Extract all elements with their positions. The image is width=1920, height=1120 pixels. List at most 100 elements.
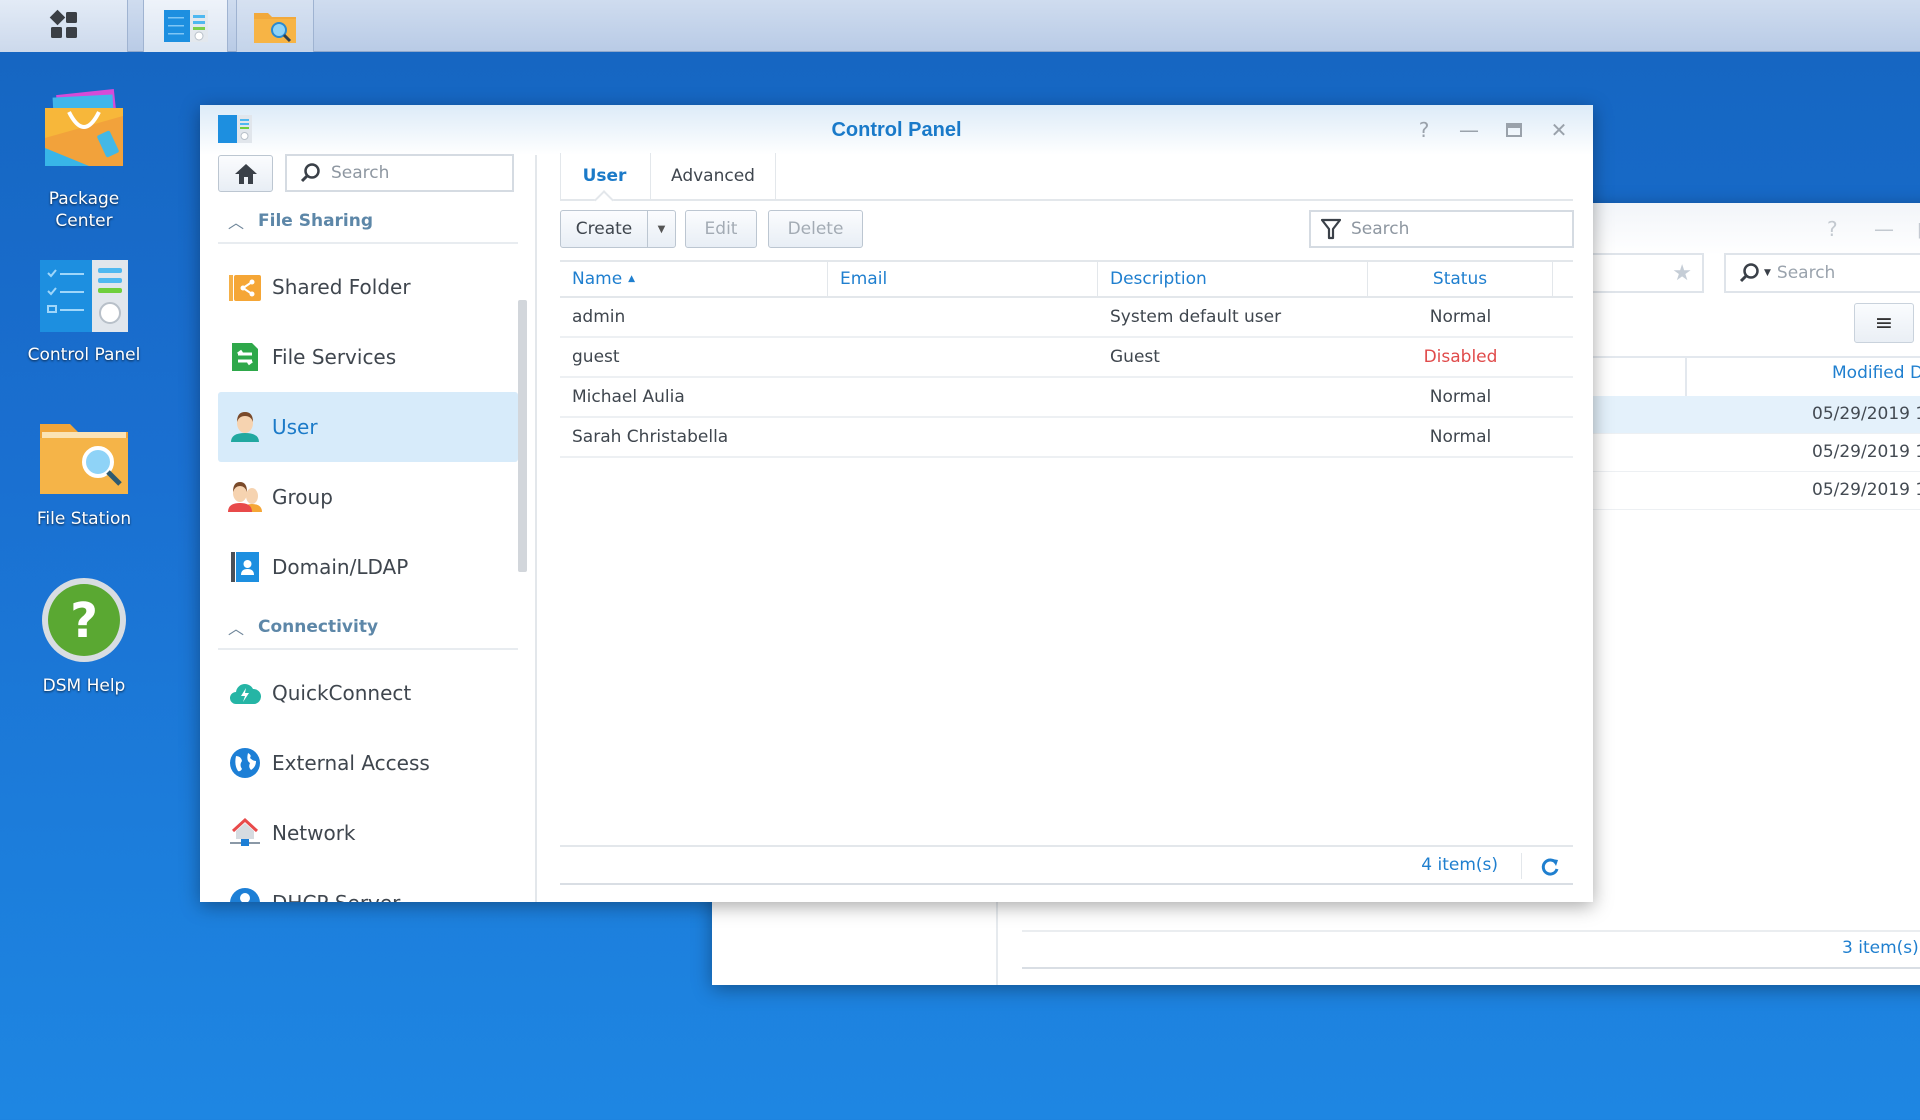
sidebar-search[interactable] <box>285 154 514 192</box>
create-button[interactable]: Create ▼ <box>560 210 676 248</box>
file-station-search[interactable]: ▼ Search <box>1724 253 1920 293</box>
refresh-button[interactable] <box>1537 854 1563 880</box>
chevron-up-icon: ︿ <box>228 619 245 638</box>
column-label: Name <box>572 269 623 289</box>
tab-label: User <box>582 166 627 186</box>
dhcp-server-icon <box>228 886 262 902</box>
desktop-label-line: DSM Help <box>42 676 126 696</box>
help-icon[interactable]: ? <box>1827 217 1838 241</box>
sidebar-item-quickconnect[interactable]: QuickConnect <box>218 658 518 728</box>
desktop-icon-file-station[interactable]: File Station <box>14 418 154 530</box>
tab-user[interactable]: User <box>560 153 648 210</box>
file-station-icon <box>40 424 128 494</box>
sidebar-item-network[interactable]: Network <box>218 798 518 868</box>
sidebar-item-dhcp-server[interactable]: DHCP Server <box>218 868 518 902</box>
maximize-icon[interactable] <box>1499 115 1529 145</box>
divider <box>560 883 1573 885</box>
cell-name: guest <box>572 347 620 367</box>
cell-description: Guest <box>1110 347 1160 367</box>
home-icon <box>234 163 257 184</box>
svg-text:?: ? <box>70 593 98 649</box>
desktop-icon-package-center[interactable]: Package Center <box>14 88 154 232</box>
column-label: Description <box>1110 269 1207 289</box>
control-panel-window[interactable]: Control Panel ? — ✕ ︿ File Sharing Share… <box>200 105 1593 902</box>
edit-button[interactable]: Edit <box>685 210 757 248</box>
sidebar-section-connectivity[interactable]: ︿ Connectivity <box>218 606 518 650</box>
maximize-glyph <box>1506 123 1522 137</box>
cell-status: Normal <box>1429 427 1492 447</box>
sidebar-item-label: User <box>272 415 318 439</box>
file-row[interactable]: 05/29/2019 10:44 <box>1592 472 1920 510</box>
control-panel-titlebar[interactable]: Control Panel ? — ✕ <box>200 105 1593 155</box>
sidebar-item-user[interactable]: User <box>218 392 518 462</box>
user-table: Name ▲ Email Description Status admin Sy… <box>560 260 1573 458</box>
filter-icon <box>1321 218 1341 240</box>
divider <box>560 845 1573 847</box>
main-menu-button[interactable] <box>0 0 128 52</box>
column-header-status[interactable]: Status <box>1368 262 1553 296</box>
taskbar-control-panel-button[interactable] <box>143 0 228 52</box>
taskbar <box>0 0 1920 52</box>
table-row[interactable]: Sarah Christabella Normal <box>560 418 1573 458</box>
divider <box>535 155 537 902</box>
tab-label: Advanced <box>671 166 755 186</box>
column-header-modified[interactable]: Modified D <box>1832 363 1920 383</box>
sidebar-scrollbar[interactable] <box>518 300 527 572</box>
sidebar-section-file-sharing[interactable]: ︿ File Sharing <box>218 200 518 244</box>
table-row[interactable]: admin System default user Normal <box>560 298 1573 338</box>
search-icon <box>300 163 320 183</box>
minimize-icon[interactable]: — <box>1454 115 1484 145</box>
table-row[interactable]: Michael Aulia Normal <box>560 378 1573 418</box>
active-tab-indicator <box>594 190 614 210</box>
sidebar-item-shared-folder[interactable]: Shared Folder <box>218 252 518 322</box>
sidebar-item-external-access[interactable]: External Access <box>218 728 518 798</box>
file-row[interactable]: 05/29/2019 10:48 <box>1592 396 1920 434</box>
group-icon <box>228 480 262 514</box>
desktop-label: DSM Help <box>14 675 154 697</box>
divider <box>1022 930 1920 932</box>
sidebar-item-domain-ldap[interactable]: Domain/LDAP <box>218 532 518 602</box>
modified-date: 05/29/2019 10:44 <box>1812 480 1920 500</box>
taskbar-file-station-button[interactable] <box>236 0 314 52</box>
create-dropdown-button[interactable]: ▼ <box>647 211 675 247</box>
help-icon[interactable]: ? <box>1409 115 1439 145</box>
close-icon[interactable]: ✕ <box>1544 115 1574 145</box>
sidebar-item-group[interactable]: Group <box>218 462 518 532</box>
file-station-path-bar[interactable]: ★ <box>1592 253 1704 293</box>
search-icon <box>1739 263 1759 283</box>
star-icon[interactable]: ★ <box>1672 261 1692 286</box>
sidebar-item-label: File Services <box>272 345 397 369</box>
desktop-label-line: Control Panel <box>27 345 141 365</box>
file-row[interactable]: 05/29/2019 10:47 <box>1592 434 1920 472</box>
column-label: Email <box>840 269 888 289</box>
sidebar-item-label: Shared Folder <box>272 275 411 299</box>
table-row[interactable]: guest Guest Disabled <box>560 338 1573 378</box>
desktop-icon-control-panel[interactable]: Control Panel <box>14 258 154 366</box>
sidebar-search-input[interactable] <box>331 163 501 183</box>
column-header-name[interactable]: Name ▲ <box>560 262 828 296</box>
section-label: File Sharing <box>258 211 374 231</box>
desktop-label-line: Center <box>55 211 113 231</box>
column-header-description[interactable]: Description <box>1098 262 1368 296</box>
delete-button[interactable]: Delete <box>768 210 863 248</box>
chevron-down-icon: ▼ <box>1764 268 1771 278</box>
desktop-label-line: Package <box>48 189 120 209</box>
view-mode-button[interactable]: ≡ <box>1854 303 1914 343</box>
list-view-icon: ≡ <box>1874 310 1894 336</box>
user-filter-search[interactable] <box>1309 210 1574 248</box>
cell-description: System default user <box>1110 307 1282 327</box>
column-header-email[interactable]: Email <box>828 262 1098 296</box>
sidebar: ︿ File Sharing Shared Folder File Servic… <box>218 200 518 902</box>
home-button[interactable] <box>218 155 273 192</box>
sidebar-item-file-services[interactable]: File Services <box>218 322 518 392</box>
user-filter-input[interactable] <box>1351 219 1551 239</box>
tab-bar: User Advanced <box>560 153 1573 210</box>
minimize-icon[interactable]: — <box>1874 217 1894 241</box>
divider <box>1022 967 1920 969</box>
grid-icon <box>49 9 77 38</box>
user-icon <box>228 410 262 444</box>
quickconnect-icon <box>228 676 262 710</box>
desktop-icon-dsm-help[interactable]: ? DSM Help <box>14 575 154 697</box>
sidebar-item-label: DHCP Server <box>272 891 400 902</box>
tab-advanced[interactable]: Advanced <box>650 153 776 199</box>
